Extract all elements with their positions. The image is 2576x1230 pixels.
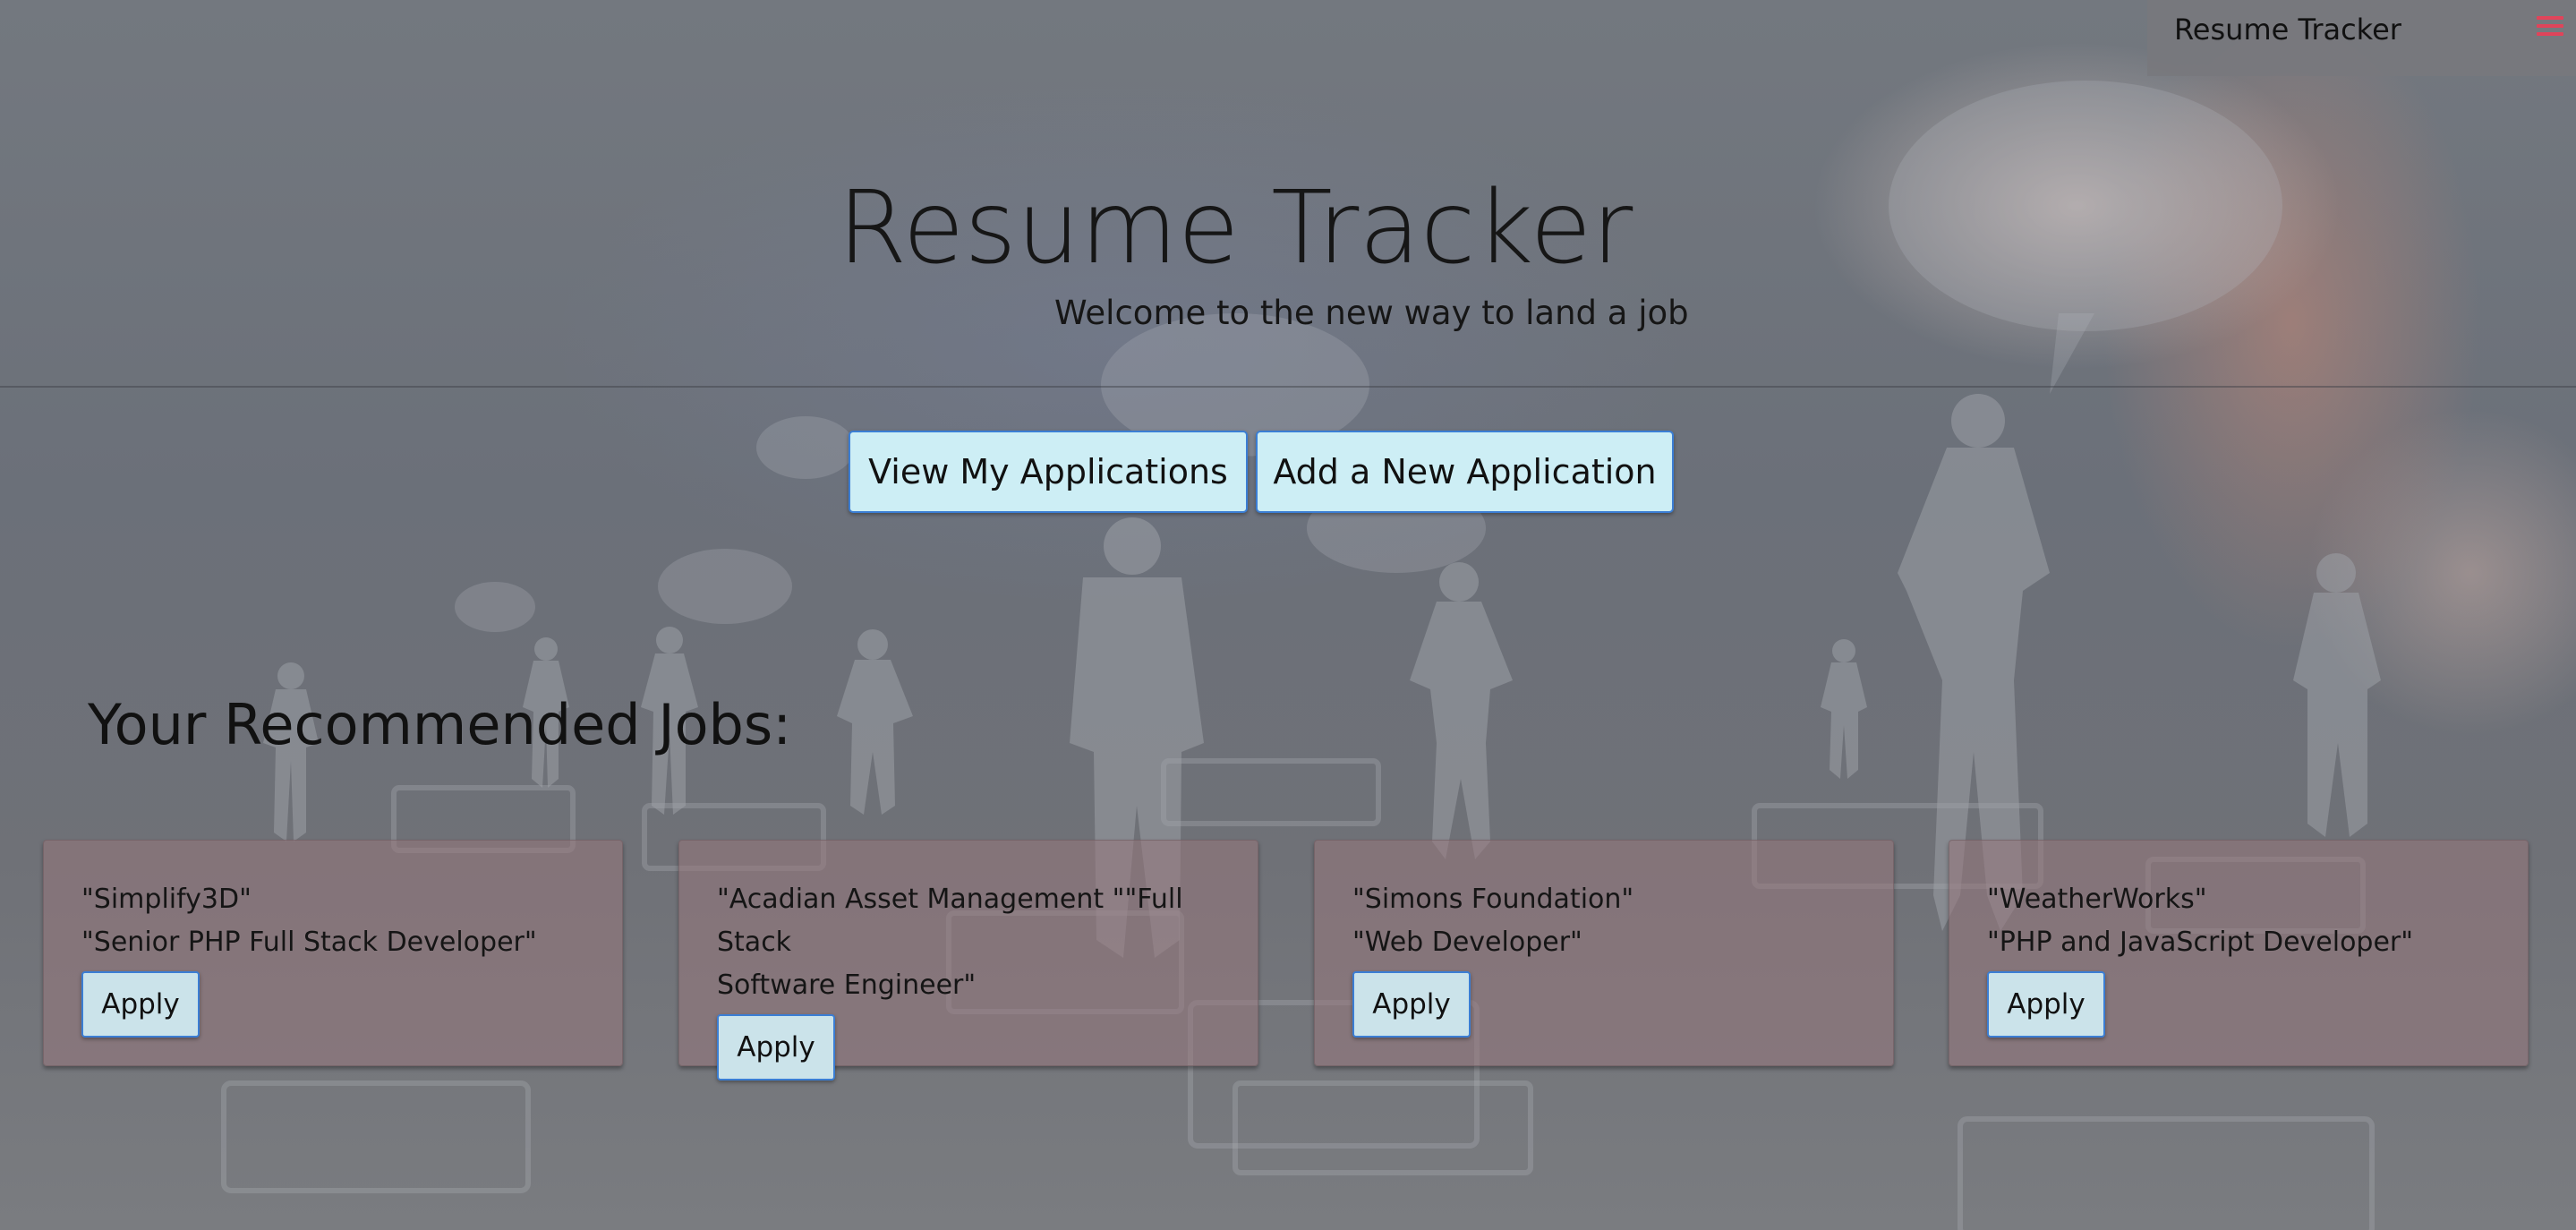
job-card: "Acadian Asset Management ""Full Stack S… xyxy=(678,840,1258,1081)
job-title: Software Engineer" xyxy=(717,969,977,1001)
page-title: Resume Tracker xyxy=(837,170,1633,286)
job-title: "Senior PHP Full Stack Developer" xyxy=(81,927,537,958)
job-card: "Simons Foundation" "Web Developer" Appl… xyxy=(1314,840,1894,1066)
job-title: "PHP and JavaScript Developer" xyxy=(1987,927,2414,958)
menu-bar xyxy=(2537,16,2563,20)
add-application-button[interactable]: Add a New Application xyxy=(1256,431,1674,513)
navbar-brand[interactable]: Resume Tracker xyxy=(2174,13,2401,47)
top-navbar: Resume Tracker xyxy=(2147,0,2576,76)
apply-button[interactable]: Apply xyxy=(717,1014,835,1081)
job-title: "Web Developer" xyxy=(1352,927,1582,958)
job-company: "Simons Foundation" xyxy=(1352,884,1634,915)
apply-button[interactable]: Apply xyxy=(81,971,200,1038)
apply-button[interactable]: Apply xyxy=(1987,971,2105,1038)
menu-bar xyxy=(2537,32,2563,36)
apply-button[interactable]: Apply xyxy=(1352,971,1471,1038)
view-applications-button[interactable]: View My Applications xyxy=(849,431,1248,513)
job-company: "Simplify3D" xyxy=(81,884,252,915)
section-divider xyxy=(0,386,2576,388)
job-company: "WeatherWorks" xyxy=(1987,884,2207,915)
speech-bubbles xyxy=(455,81,2282,632)
recommended-jobs-heading: Your Recommended Jobs: xyxy=(88,692,792,757)
menu-bar xyxy=(2537,24,2563,28)
job-company: "Acadian Asset Management ""Full Stack xyxy=(717,884,1183,958)
hamburger-menu-icon[interactable] xyxy=(2537,16,2563,39)
page-subtitle: Welcome to the new way to land a job xyxy=(1054,294,1689,332)
job-card: "WeatherWorks" "PHP and JavaScript Devel… xyxy=(1949,840,2529,1066)
job-card: "Simplify3D" "Senior PHP Full Stack Deve… xyxy=(43,840,623,1066)
